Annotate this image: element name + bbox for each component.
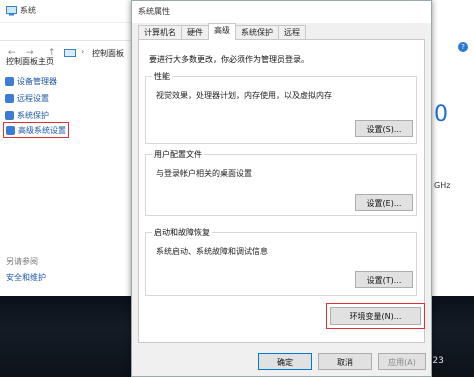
- cancel-button[interactable]: 取消: [318, 353, 372, 370]
- sidebar-item-system-protection[interactable]: 系统保护: [5, 108, 49, 122]
- tab-system-protection[interactable]: 系统保护: [235, 25, 279, 40]
- help-icon[interactable]: ?: [458, 42, 468, 52]
- tab-hardware[interactable]: 硬件: [181, 25, 209, 40]
- dialog-footer: 确定 取消 应用(A): [132, 343, 431, 376]
- dialog-titlebar: 系统属性: [132, 1, 431, 23]
- environment-variables-button[interactable]: 环境变量(N)...: [330, 307, 421, 325]
- group-title: 用户配置文件: [152, 149, 204, 160]
- system-window-title: 系统: [20, 6, 36, 15]
- advanced-tab-panel: 要进行大多数更改，你必须作为管理员登录。 性能 视觉效果，处理器计划，内存使用，…: [138, 39, 425, 343]
- startup-recovery-settings-button[interactable]: 设置(T)...: [355, 271, 413, 288]
- group-description: 视觉效果，处理器计划，内存使用，以及虚拟内存: [156, 91, 332, 100]
- user-profiles-settings-button[interactable]: 设置(E)...: [355, 194, 413, 211]
- shield-icon: [6, 125, 15, 135]
- tab-remote[interactable]: 远程: [278, 25, 306, 40]
- processor-speed-fragment: GHz: [434, 181, 451, 190]
- performance-settings-button[interactable]: 设置(S)...: [355, 120, 413, 137]
- security-maintenance-link[interactable]: 安全和维护: [6, 272, 46, 283]
- sidebar-item-label: 设备管理器: [17, 76, 57, 86]
- sidebar-item-label: 系统保护: [17, 110, 49, 120]
- group-title: 启动和故障恢复: [152, 227, 212, 238]
- group-title: 性能: [152, 71, 172, 82]
- sidebar-item-remote-settings[interactable]: 远程设置: [5, 91, 49, 105]
- tab-advanced[interactable]: 高级: [208, 23, 236, 40]
- sidebar-item-device-manager[interactable]: 设备管理器: [5, 74, 57, 88]
- sidebar-item-advanced-settings[interactable]: 高级系统设置: [3, 122, 69, 138]
- shield-icon: [5, 76, 14, 86]
- shield-icon: [5, 110, 14, 120]
- apply-button[interactable]: 应用(A): [378, 353, 426, 370]
- windows-version-fragment: 0: [434, 102, 448, 127]
- dialog-title: 系统属性: [138, 7, 170, 16]
- tab-bar: 计算机名 硬件 高级 系统保护 远程: [138, 23, 306, 40]
- group-description: 系统启动、系统故障和调试信息: [156, 247, 268, 256]
- monitor-icon: [6, 6, 17, 16]
- admin-note: 要进行大多数更改，你必须作为管理员登录。: [149, 55, 309, 64]
- sidebar-home-link[interactable]: 控制面板主页: [6, 56, 54, 67]
- group-description: 与登录帐户相关的桌面设置: [156, 169, 252, 178]
- sidebar-item-label: 高级系统设置: [18, 125, 66, 135]
- performance-group: 性能 视觉效果，处理器计划，内存使用，以及虚拟内存 设置(S)...: [145, 71, 417, 144]
- see-also-heading: 另请参阅: [6, 257, 38, 266]
- system-properties-dialog: 系统属性 计算机名 硬件 高级 系统保护 远程 要进行大多数更改，你必须作为管理…: [131, 0, 432, 377]
- system-info-panel: [432, 22, 474, 296]
- startup-recovery-group: 启动和故障恢复 系统启动、系统故障和调试信息 设置(T)...: [145, 227, 417, 296]
- sidebar-item-label: 远程设置: [17, 93, 49, 103]
- tab-computer-name[interactable]: 计算机名: [138, 25, 182, 40]
- user-profiles-group: 用户配置文件 与登录帐户相关的桌面设置 设置(E)...: [145, 149, 417, 216]
- ok-button[interactable]: 确定: [258, 353, 312, 370]
- shield-icon: [5, 93, 14, 103]
